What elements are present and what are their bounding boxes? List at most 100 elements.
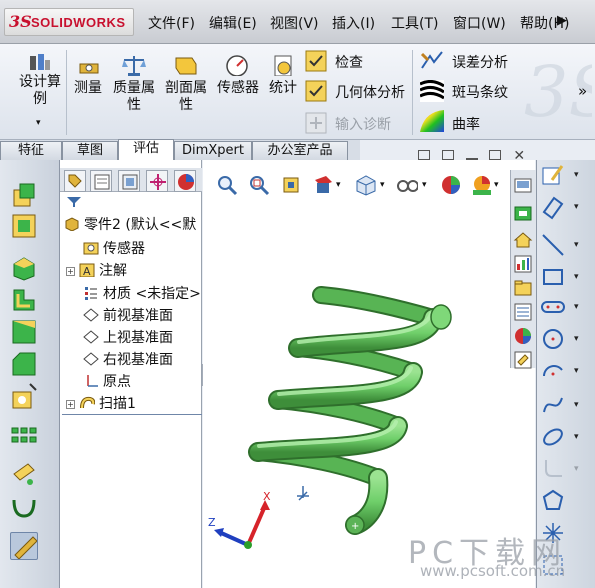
curves-icon[interactable]: [10, 494, 38, 522]
tree-item-right-plane[interactable]: 右视基准面: [70, 349, 173, 370]
menu-insert[interactable]: 插入(I): [332, 13, 375, 33]
check-button[interactable]: 检查: [335, 52, 363, 72]
tree-item-top-plane[interactable]: 上视基准面: [70, 327, 173, 348]
sketch-dropdown-icon[interactable]: ▾: [574, 170, 579, 180]
section-view-icon[interactable]: [312, 174, 334, 196]
tab-features[interactable]: 特征: [0, 141, 62, 160]
tree-root-part[interactable]: 零件2 (默认<<默: [64, 214, 196, 235]
expand-toggle-icon[interactable]: +: [66, 400, 75, 409]
arc-dropdown-icon[interactable]: ▾: [574, 366, 579, 376]
revolved-cut-icon[interactable]: [10, 286, 38, 314]
arc-icon[interactable]: [540, 358, 566, 384]
design-study-icon[interactable]: [28, 52, 52, 74]
line-dropdown-icon[interactable]: ▾: [574, 240, 579, 250]
statistics-icon[interactable]: [272, 54, 296, 76]
deviation-analysis-icon[interactable]: [420, 50, 444, 72]
sketch-icon[interactable]: [540, 162, 566, 188]
apply-scene-dropdown-icon[interactable]: ▾: [494, 180, 499, 190]
section-view-dropdown-icon[interactable]: ▾: [336, 180, 341, 190]
ellipse-icon[interactable]: [540, 424, 566, 450]
spline-dropdown-icon[interactable]: ▾: [574, 400, 579, 410]
tab-dimxpert[interactable]: DimXpert: [174, 141, 252, 160]
display-style-dropdown-icon[interactable]: ▾: [422, 180, 427, 190]
tab-evaluate[interactable]: 评估: [118, 139, 174, 161]
display-style-icon[interactable]: [396, 174, 418, 196]
check-icon[interactable]: [305, 50, 327, 72]
extruded-cut-icon[interactable]: [10, 254, 38, 282]
ribbon-expand-icon[interactable]: »: [578, 82, 587, 100]
sensor-button[interactable]: 传感器: [214, 80, 262, 97]
solidworks-resources-icon[interactable]: [513, 176, 533, 196]
tree-item-front-plane[interactable]: 前视基准面: [70, 305, 173, 326]
chamfer-icon[interactable]: [10, 350, 38, 378]
property-manager-tab-icon[interactable]: [90, 170, 112, 192]
home-icon[interactable]: [513, 230, 533, 250]
expand-toggle-icon[interactable]: +: [66, 267, 75, 276]
smart-dimension-icon[interactable]: [540, 194, 566, 220]
measure-button[interactable]: 测量: [70, 80, 106, 97]
measure-icon[interactable]: [78, 56, 102, 78]
menu-edit[interactable]: 编辑(E): [209, 13, 257, 33]
deviation-analysis-button[interactable]: 误差分析: [452, 52, 508, 72]
curvature-icon[interactable]: [420, 110, 444, 132]
tree-item-origin[interactable]: 原点: [70, 371, 131, 392]
previous-view-icon[interactable]: [280, 174, 302, 196]
menu-expand-arrow[interactable]: ▶: [557, 13, 567, 28]
reference-triad[interactable]: X Z: [205, 490, 295, 555]
tree-item-sweep1[interactable]: + 扫描1: [66, 393, 136, 414]
dimxpert-manager-tab-icon[interactable]: [146, 170, 168, 192]
fillet-icon[interactable]: [10, 318, 38, 346]
menu-view[interactable]: 视图(V): [270, 13, 319, 33]
appearances-icon[interactable]: [513, 326, 533, 346]
file-explorer-icon[interactable]: [513, 278, 533, 298]
view-palette-icon[interactable]: [513, 254, 533, 274]
view-orientation-dropdown-icon[interactable]: ▾: [380, 180, 385, 190]
geometry-analysis-button[interactable]: 几何体分析: [335, 82, 405, 102]
linear-pattern-icon[interactable]: [10, 424, 38, 452]
polygon-icon[interactable]: [540, 488, 566, 514]
slot-dropdown-icon[interactable]: ▾: [574, 302, 579, 312]
mass-properties-icon[interactable]: [122, 54, 146, 76]
hole-wizard-icon[interactable]: [10, 382, 38, 410]
instant3d-icon[interactable]: [10, 532, 38, 560]
display-manager-tab-icon[interactable]: [174, 170, 196, 192]
dimension-dropdown-icon[interactable]: ▾: [574, 202, 579, 212]
zoom-to-area-icon[interactable]: [248, 174, 270, 196]
circle-dropdown-icon[interactable]: ▾: [574, 334, 579, 344]
tree-item-sensors[interactable]: 传感器: [70, 238, 145, 259]
section-properties-button[interactable]: 剖面属性: [162, 80, 210, 114]
tab-sketch[interactable]: 草图: [62, 141, 118, 160]
curvature-button[interactable]: 曲率: [452, 114, 480, 134]
revolved-boss-icon[interactable]: [10, 212, 38, 240]
tab-office-products[interactable]: 办公室产品: [252, 141, 348, 160]
menu-window[interactable]: 窗口(W): [453, 13, 506, 33]
slot-icon[interactable]: [540, 294, 566, 320]
design-study-button[interactable]: 设计算例: [14, 74, 66, 108]
zoom-to-fit-icon[interactable]: [216, 174, 238, 196]
search-results-icon[interactable]: [513, 302, 533, 322]
geometry-analysis-icon[interactable]: [305, 80, 327, 102]
design-study-dropdown-icon[interactable]: ▾: [36, 118, 41, 128]
edit-appearance-icon[interactable]: [440, 174, 462, 196]
section-properties-icon[interactable]: [174, 54, 198, 76]
reference-geometry-icon[interactable]: [10, 460, 38, 488]
extruded-boss-icon[interactable]: [10, 182, 38, 210]
rectangle-icon[interactable]: [540, 264, 566, 290]
menu-tools[interactable]: 工具(T): [391, 13, 438, 33]
tree-item-material[interactable]: 材质 <未指定>: [70, 283, 201, 304]
menu-file[interactable]: 文件(F): [148, 13, 195, 33]
feature-tree-tab-icon[interactable]: [64, 170, 86, 192]
minimize-icon[interactable]: [441, 150, 454, 160]
statistics-button[interactable]: 统计: [266, 80, 300, 97]
tree-item-annotations[interactable]: + A 注解: [66, 260, 127, 281]
spline-icon[interactable]: [540, 392, 566, 418]
design-library-icon[interactable]: [513, 204, 533, 224]
rollback-bar[interactable]: [62, 414, 202, 415]
view-orientation-icon[interactable]: [354, 174, 376, 196]
filter-icon[interactable]: [66, 196, 82, 208]
sensor-icon[interactable]: [225, 54, 249, 76]
minimize-doc-icon[interactable]: [465, 150, 478, 160]
custom-properties-icon[interactable]: [513, 350, 533, 370]
tile-icon[interactable]: [418, 150, 430, 160]
restore-icon[interactable]: [489, 150, 502, 160]
